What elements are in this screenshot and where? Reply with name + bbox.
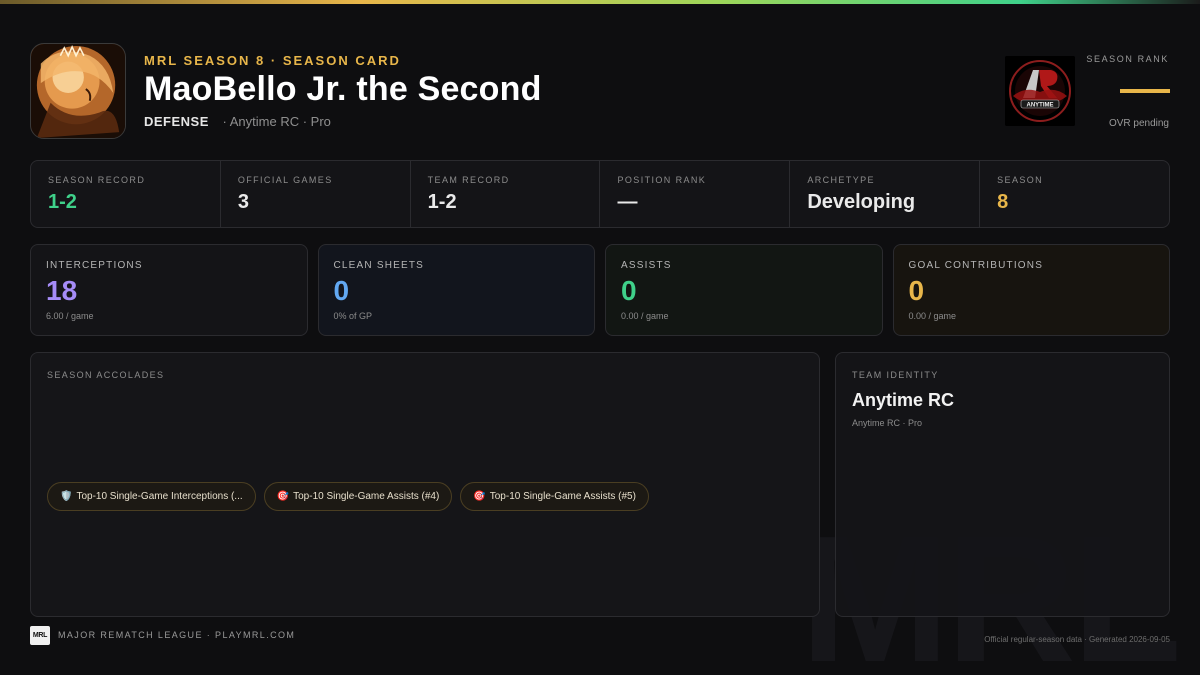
card-sub: 0% of GP [333,311,373,321]
accolade-text: Top-10 Single-Game Interceptions (... [76,491,243,502]
shield-icon: 🛡️ [60,491,73,502]
player-name: MaoBello Jr. the Second [144,70,542,108]
card-sub: 6.00 / game [46,311,94,321]
stat-label: POSITION RANK [617,175,707,185]
stat-strip: SEASON RECORD 1-2 OFFICIAL GAMES 3 TEAM … [30,160,1170,228]
season-card-eyebrow: MRL SEASON 8 · SEASON CARD [144,53,401,68]
stat-value: 1-2 [427,191,457,213]
target-icon: 🎯 [276,491,290,502]
team-logo: ANYTIME [1005,56,1075,126]
stat-value: Developing [807,191,916,213]
card-sub: 0.00 / game [908,311,957,321]
stat-label: OFFICIAL GAMES [237,175,333,185]
season-rank-status: OVR pending [1108,118,1169,129]
card-value: 0 [908,275,925,306]
stat-label: SEASON RECORD [48,175,146,185]
accolade-chip[interactable]: 🎯 Top-10 Single-Game Assists (#5) [460,482,649,511]
stat-season: SEASON 8 [980,161,1169,227]
stat-label: TEAM RECORD [427,175,510,185]
top-accent-bar [0,0,1200,4]
card-label: CLEAN SHEETS [333,260,425,271]
stat-value: 3 [237,191,249,213]
stat-label: SEASON [997,175,1044,185]
card-value: 0 [621,275,637,306]
card-sub: 0.00 / game [621,311,669,321]
team-identity-name: Anytime RC [852,390,955,410]
team-logo-text: ANYTIME [1027,103,1054,109]
card-label: ASSISTS [621,260,672,271]
stat-label: ARCHETYPE [807,175,875,185]
metric-cards: INTERCEPTIONS 18 6.00 / game CLEAN SHEET… [30,244,1170,336]
panel-label: TEAM IDENTITY [852,370,939,380]
card-value: 0 [333,275,350,306]
team-identity-sub: Anytime RC · Pro [852,418,923,428]
anytime-rc-logo-icon: ANYTIME [1005,56,1075,126]
accolade-chips: 🛡️ Top-10 Single-Game Interceptions (...… [47,482,649,511]
player-avatar [30,43,126,139]
stat-season-record: SEASON RECORD 1-2 [31,161,221,227]
stat-position-rank: POSITION RANK — [600,161,791,227]
position-label: DEFENSE [144,114,209,129]
card-clean-sheets: CLEAN SHEETS 0 0% of GP [317,244,595,336]
stat-official-games: OFFICIAL GAMES 3 [221,161,411,227]
stat-team-record: TEAM RECORD 1-2 [411,161,601,227]
position-line: DEFENSE · Anytime RC · Pro [144,114,331,129]
accolade-chip[interactable]: 🛡️ Top-10 Single-Game Interceptions (... [47,482,256,511]
accolade-chip[interactable]: 🎯 Top-10 Single-Game Assists (#4) [263,482,453,511]
stat-value: 1-2 [48,191,77,213]
stat-archetype: ARCHETYPE Developing [790,161,981,227]
league-footer-text: MAJOR REMATCH LEAGUE · PLAYMRL.COM [58,630,296,640]
accolade-text: Top-10 Single-Game Assists (#5) [489,491,636,502]
card-assists: ASSISTS 0 0.00 / game [605,244,883,336]
card-interceptions: INTERCEPTIONS 18 6.00 / game [30,244,308,336]
stat-value: 8 [997,191,1009,213]
season-rank-dash [1120,89,1170,93]
season-accolades-panel: SEASON ACCOLADES 🛡️ Top-10 Single-Game I… [30,352,820,617]
season-rank-label: SEASON RANK [1086,54,1169,64]
stat-value: — [617,191,638,213]
team-tier-label: · Anytime RC · Pro [222,114,331,129]
card-label: GOAL CONTRIBUTIONS [908,260,1044,271]
card-value: 18 [46,275,78,306]
target-icon: 🎯 [473,491,486,502]
card-label: INTERCEPTIONS [46,260,143,271]
panel-label: SEASON ACCOLADES [47,370,165,380]
team-identity-panel: TEAM IDENTITY Anytime RC Anytime RC · Pr… [835,352,1170,617]
league-logo-icon: MRL [30,626,50,645]
card-goal-contributions: GOAL CONTRIBUTIONS 0 0.00 / game [892,244,1170,336]
avatar-icon [31,44,125,138]
generated-note: Official regular-season data · Generated… [984,635,1170,644]
accolade-text: Top-10 Single-Game Assists (#4) [293,491,440,502]
